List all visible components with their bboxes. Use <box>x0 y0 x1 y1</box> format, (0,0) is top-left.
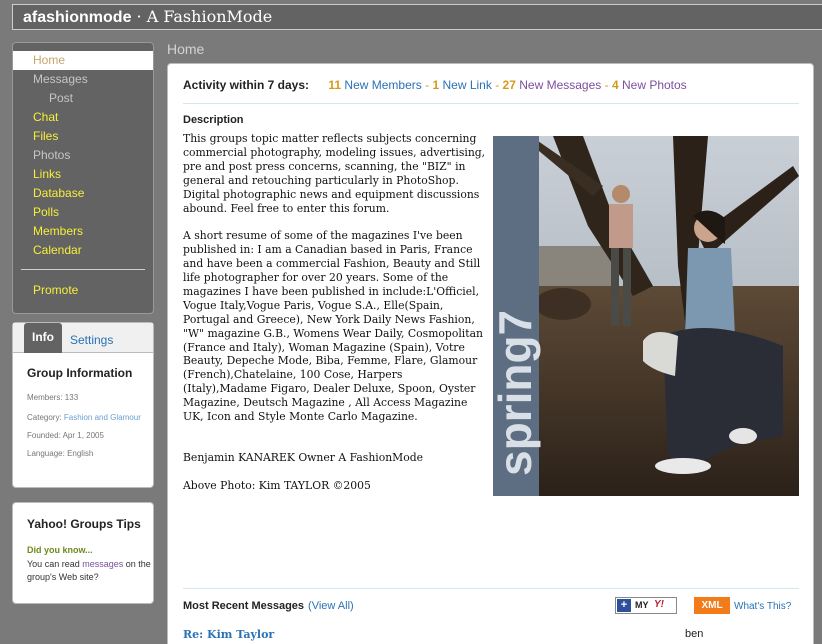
sidebar-item-links[interactable]: Links <box>13 165 153 184</box>
sidebar-item-database[interactable]: Database <box>13 184 153 203</box>
messages-divider <box>183 588 799 589</box>
new-members-link[interactable]: New Members <box>344 78 421 92</box>
main-content: Activity within 7 days: 11 New Members -… <box>167 63 814 644</box>
activity-label: Activity within 7 days: <box>183 78 310 92</box>
new-messages-link[interactable]: New Messages <box>519 78 601 92</box>
sidebar-item-photos[interactable]: Photos <box>13 146 153 165</box>
tab-settings[interactable]: Settings <box>70 333 113 347</box>
owner-line: Benjamin KANAREK Owner A FashionMode <box>183 451 424 465</box>
did-you-know: Did you know... <box>27 545 93 555</box>
group-photo: spring7 <box>493 136 799 496</box>
members-info: Members: 133 <box>27 393 79 402</box>
tips-title: Yahoo! Groups Tips <box>27 517 141 531</box>
category-info: Category: Fashion and Glamour <box>27 413 141 422</box>
sidebar-item-polls[interactable]: Polls <box>13 203 153 222</box>
view-all-link[interactable]: (View All) <box>308 600 354 612</box>
activity-divider <box>183 103 799 104</box>
group-information-title: Group Information <box>27 366 133 380</box>
sidebar-item-calendar[interactable]: Calendar <box>13 241 153 260</box>
new-link-link[interactable]: New Link <box>442 78 491 92</box>
sidebar-nav: Home Messages Post Chat Files Photos Lin… <box>12 42 154 314</box>
plus-icon: + <box>617 599 631 612</box>
messages-link[interactable]: messages <box>82 559 123 569</box>
sidebar-item-home[interactable]: Home <box>13 51 153 70</box>
page-title: Home <box>167 41 205 57</box>
yahoo-logo-icon: Y! <box>654 599 664 610</box>
founded-info: Founded: Apr 1, 2005 <box>27 431 104 440</box>
add-to-my-yahoo-button[interactable]: + MY Y! <box>615 597 677 614</box>
sidebar-item-chat[interactable]: Chat <box>13 108 153 127</box>
photo-spring-text: spring7 <box>493 310 541 476</box>
sidebar-item-promote[interactable]: Promote <box>13 281 153 300</box>
tab-info[interactable]: Info <box>24 323 62 353</box>
tips-text: You can read messages on the group's Web… <box>27 559 151 582</box>
tips-panel: Yahoo! Groups Tips Did you know... You c… <box>12 502 154 604</box>
group-header-bar: afashionmode · A FashionMode <box>12 4 822 30</box>
sidebar-item-messages[interactable]: Messages <box>13 70 153 89</box>
language-info: Language: English <box>27 449 94 458</box>
new-photos-link[interactable]: New Photos <box>622 78 687 92</box>
info-tabs: Info Settings <box>13 323 153 353</box>
sidebar-item-post[interactable]: Post <box>13 89 153 108</box>
category-link[interactable]: Fashion and Glamour <box>64 413 141 422</box>
recent-messages-heading: Most Recent Messages (View All) <box>183 600 354 612</box>
message-title-link[interactable]: Re: Kim Taylor <box>183 628 274 641</box>
group-title[interactable]: afashionmode · A FashionMode <box>13 5 822 30</box>
activity-summary: Activity within 7 days: 11 New Members -… <box>183 78 687 92</box>
sidebar-item-files[interactable]: Files <box>13 127 153 146</box>
description-heading: Description <box>183 114 244 126</box>
group-info-panel: Info Settings Group Information Members:… <box>12 322 154 488</box>
photo-credit: Above Photo: Kim TAYLOR ©2005 <box>183 478 371 492</box>
whats-this-link[interactable]: What's This? <box>734 601 791 612</box>
sidebar-item-members[interactable]: Members <box>13 222 153 241</box>
xml-feed-button[interactable]: XML <box>694 597 730 614</box>
message-author: ben <box>685 628 704 640</box>
sidebar-divider <box>21 269 145 270</box>
description-text: This groups topic matter reflects subjec… <box>183 132 486 492</box>
